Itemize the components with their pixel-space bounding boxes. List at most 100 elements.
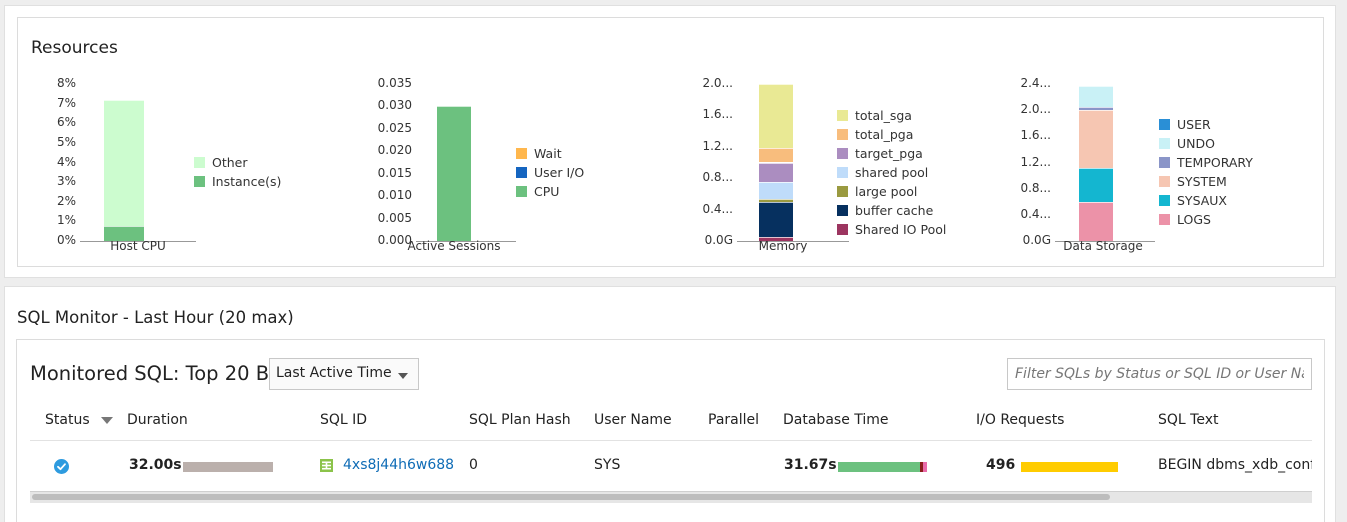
column-header-database-time[interactable]: Database Time <box>783 412 889 428</box>
data-storage-legend: USER UNDO TEMPORARY SYSTEM SYSAUX LOGS <box>1159 115 1253 229</box>
legend-swatch <box>1159 138 1170 149</box>
bar-segment-undo[interactable] <box>1079 85 1113 107</box>
bar-segment-large-pool[interactable] <box>759 199 793 202</box>
column-header-sql-text[interactable]: SQL Text <box>1158 412 1218 428</box>
host-cpu-legend: Other Instance(s) <box>194 153 281 191</box>
y-tick-label: 0.4... <box>702 201 733 216</box>
legend-label: TEMPORARY <box>1177 155 1253 170</box>
legend-label: large pool <box>855 184 918 199</box>
chevron-down-icon <box>398 373 408 379</box>
column-header-parallel[interactable]: Parallel <box>708 412 759 428</box>
column-header-io-requests[interactable]: I/O Requests <box>976 412 1064 428</box>
legend-label: Shared IO Pool <box>855 222 947 237</box>
y-tick-label: 6% <box>56 115 76 130</box>
y-tick-label: 8% <box>56 76 76 90</box>
database-time-bar <box>838 462 927 472</box>
legend-swatch <box>194 157 205 168</box>
y-tick-label: 2.4... <box>1020 76 1051 90</box>
bar-segment-system[interactable] <box>1079 110 1113 168</box>
legend-item[interactable]: Instance(s) <box>194 172 281 191</box>
legend-item[interactable]: SYSAUX <box>1159 191 1253 210</box>
host-cpu-chart[interactable]: 8% 7% 6% 5% 4% 3% 2% 1% 0% Host CPU Other Instanc… <box>28 18 308 268</box>
legend-swatch <box>516 167 527 178</box>
bar-segment-total-pga[interactable] <box>759 148 793 163</box>
sql-text-value: BEGIN dbms_xdb_config <box>1158 457 1312 473</box>
legend-item[interactable]: total_sga <box>837 106 946 125</box>
io-requests-value: 496 <box>986 457 1016 473</box>
column-header-sql-id[interactable]: SQL ID <box>320 412 367 428</box>
sort-descending-icon[interactable] <box>101 416 114 424</box>
legend-label: UNDO <box>1177 136 1215 151</box>
legend-item[interactable]: buffer cache <box>837 201 946 220</box>
legend-swatch <box>194 176 205 187</box>
legend-item[interactable]: User I/O <box>516 163 584 182</box>
legend-label: SYSAUX <box>1177 193 1227 208</box>
column-header-plan-hash[interactable]: SQL Plan Hash <box>469 412 571 428</box>
y-tick-label: 0.025 <box>377 120 412 135</box>
y-tick-label: 7% <box>56 95 76 110</box>
bar-segment-temporary[interactable] <box>1079 106 1113 111</box>
legend-item[interactable]: USER <box>1159 115 1253 134</box>
bar-segment-buffer-cache[interactable] <box>759 201 793 238</box>
column-header-user-name[interactable]: User Name <box>594 412 672 428</box>
legend-item[interactable]: shared pool <box>837 163 946 182</box>
column-header-status[interactable]: Status <box>45 412 114 428</box>
sort-by-select[interactable]: Last Active Time <box>269 358 419 390</box>
memory-chart[interactable]: 2.0... 1.6... 1.2... 0.8... 0.4... 0.0G Memor… <box>673 18 973 268</box>
bar-segment-logs[interactable] <box>1079 201 1113 241</box>
legend-label: Instance(s) <box>212 174 282 189</box>
y-tick-label: 0.015 <box>377 165 412 180</box>
bar-segment-total-sga[interactable] <box>759 84 793 149</box>
data-storage-chart[interactable]: 2.4... 2.0... 1.6... 1.2... 0.8... 0.4... 0.0G… <box>993 18 1293 268</box>
filter-sqls-input[interactable] <box>1007 358 1312 390</box>
legend-swatch <box>837 224 848 235</box>
horizontal-scrollbar[interactable] <box>30 491 1312 503</box>
bar-segment-other[interactable] <box>104 99 144 227</box>
y-tick-label: 0.8... <box>702 170 733 185</box>
sql-plan-icon <box>320 459 333 472</box>
legend-swatch <box>837 167 848 178</box>
sort-by-value: Last Active Time <box>276 365 392 381</box>
y-tick-label: 0.005 <box>377 210 412 225</box>
bar-segment-shared-pool[interactable] <box>759 182 793 200</box>
memory-legend: total_sga total_pga target_pgashared pool l… <box>837 106 946 239</box>
legend-item[interactable]: UNDO <box>1159 134 1253 153</box>
legend-label: target_pga <box>855 146 923 161</box>
legend-item[interactable]: total_pga <box>837 125 946 144</box>
legend-label: Other <box>212 155 248 170</box>
scrollbar-thumb[interactable] <box>32 494 1110 500</box>
sql-monitor-panel: SQL Monitor - Last Hour (20 max) Monitor… <box>4 286 1336 522</box>
legend-swatch <box>837 110 848 121</box>
legend-label: total_sga <box>855 108 912 123</box>
legend-item[interactable]: CPU <box>516 182 584 201</box>
host-cpu-label: Host CPU <box>110 239 166 253</box>
legend-label: total_pga <box>855 127 914 142</box>
active-sessions-chart[interactable]: 0.035 0.030 0.025 0.020 0.015 0.010 0.005 0.000… <box>348 18 608 268</box>
duration-value: 32.00s <box>129 457 182 473</box>
bar-segment-cpu[interactable] <box>437 106 471 241</box>
bar-segment-target-pga[interactable] <box>759 162 793 183</box>
y-tick-label: 0.030 <box>377 98 412 113</box>
bar-segment-sysaux[interactable] <box>1079 167 1113 202</box>
y-tick-label: 3% <box>56 174 76 189</box>
y-tick-label: 0.010 <box>377 188 412 203</box>
legend-item[interactable]: SYSTEM <box>1159 172 1253 191</box>
sql-id-link[interactable]: 4xs8j44h6w688 <box>343 457 454 473</box>
legend-item[interactable]: TEMPORARY <box>1159 153 1253 172</box>
y-tick-label: 0.035 <box>377 76 412 90</box>
legend-item[interactable]: LOGS <box>1159 210 1253 229</box>
legend-swatch <box>837 205 848 216</box>
legend-item[interactable]: target_pga <box>837 144 946 163</box>
legend-item[interactable]: Other <box>194 153 281 172</box>
legend-item[interactable]: Shared IO Pool <box>837 220 946 239</box>
legend-label: USER <box>1177 117 1211 132</box>
legend-item[interactable]: large pool <box>837 182 946 201</box>
y-tick-label: 1% <box>56 213 76 228</box>
plan-hash-value: 0 <box>469 457 478 473</box>
legend-label: LOGS <box>1177 212 1211 227</box>
check-circle-icon <box>54 459 69 474</box>
column-header-duration[interactable]: Duration <box>127 412 188 428</box>
legend-item[interactable]: Wait <box>516 144 584 163</box>
legend-swatch <box>1159 119 1170 130</box>
legend-swatch <box>1159 176 1170 187</box>
